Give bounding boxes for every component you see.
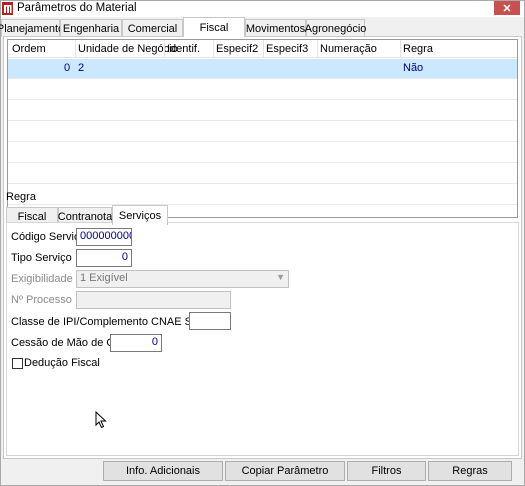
window-title: Parâmetros do Material — [17, 2, 137, 14]
empty-row — [8, 164, 517, 184]
column-header-ordem[interactable]: Ordem — [12, 43, 46, 55]
regra-section-label: Regra — [6, 191, 36, 203]
column-header-numeracao[interactable]: Numeração — [320, 43, 377, 55]
tab-engenharia[interactable]: Engenharia — [60, 19, 122, 37]
filtros-button[interactable]: Filtros — [347, 461, 426, 481]
tab-fiscal[interactable]: Fiscal — [183, 17, 245, 37]
cell-unidade: 2 — [78, 62, 85, 74]
info-adicionais-button[interactable]: Info. Adicionais — [103, 461, 223, 481]
codigo-servico-label: Código Serviço — [11, 231, 86, 243]
column-header-regra[interactable]: Regra — [403, 43, 433, 55]
tab-comercial[interactable]: Comercial — [122, 19, 183, 37]
regras-button[interactable]: Regras — [428, 461, 512, 481]
rules-grid[interactable]: Ordem Unidade de Negócio Identif. Especi… — [7, 39, 518, 218]
exigibilidade-iss-select[interactable]: 1 Exigível ▼ — [76, 270, 289, 288]
empty-row — [8, 101, 517, 121]
empty-row — [8, 122, 517, 142]
material-parameters-window: Parâmetros do Material ✕ Planejamento En… — [0, 0, 525, 486]
numero-processo-label: Nº Processo — [11, 294, 72, 306]
grid-header: Ordem Unidade de Negócio Identif. Especi… — [8, 40, 517, 58]
copiar-parametro-button[interactable]: Copiar Parâmetro — [225, 461, 345, 481]
mouse-cursor-icon — [95, 411, 107, 429]
deducao-fiscal-checkbox[interactable] — [12, 358, 23, 369]
close-icon: ✕ — [502, 2, 512, 15]
table-row[interactable]: 0 2 Não — [8, 59, 517, 79]
close-button[interactable]: ✕ — [494, 1, 520, 15]
empty-row — [8, 80, 517, 100]
column-header-unidade[interactable]: Unidade de Negócio — [78, 43, 178, 55]
tab-agronegocio[interactable]: Agronegócio — [305, 19, 366, 37]
cell-ordem: 0 — [64, 62, 71, 74]
cessao-mao-obra-input[interactable]: 0 — [110, 334, 162, 352]
fiscal-tab-panel: Ordem Unidade de Negócio Identif. Especi… — [3, 36, 522, 459]
column-header-especif3[interactable]: Especif3 — [266, 43, 308, 55]
tipo-servico-label: Tipo Serviço — [11, 252, 72, 264]
exigibilidade-iss-value: 1 Exigível — [80, 272, 128, 284]
empty-row — [8, 185, 517, 205]
tab-planejamento[interactable]: Planejamento — [0, 19, 64, 37]
numero-processo-input[interactable] — [76, 291, 231, 309]
deducao-fiscal-label: Dedução Fiscal — [24, 357, 100, 369]
subtab-servicos[interactable]: Serviços — [112, 205, 168, 225]
classe-ipi-input[interactable] — [189, 312, 231, 330]
column-header-especif2[interactable]: Especif2 — [216, 43, 258, 55]
tab-movimentos[interactable]: Movimentos — [245, 19, 306, 37]
tipo-servico-input[interactable]: 0 — [76, 249, 132, 267]
codigo-servico-input[interactable]: 00000000000 — [76, 228, 132, 246]
app-logo-icon — [2, 2, 13, 15]
servicos-panel: Código Serviço 00000000000 Tipo Serviço … — [6, 222, 519, 456]
column-header-identif[interactable]: Identif. — [167, 43, 200, 55]
chevron-down-icon: ▼ — [276, 272, 285, 282]
title-bar: Parâmetros do Material ✕ — [1, 1, 524, 17]
cell-regra: Não — [403, 62, 424, 74]
empty-row — [8, 143, 517, 163]
